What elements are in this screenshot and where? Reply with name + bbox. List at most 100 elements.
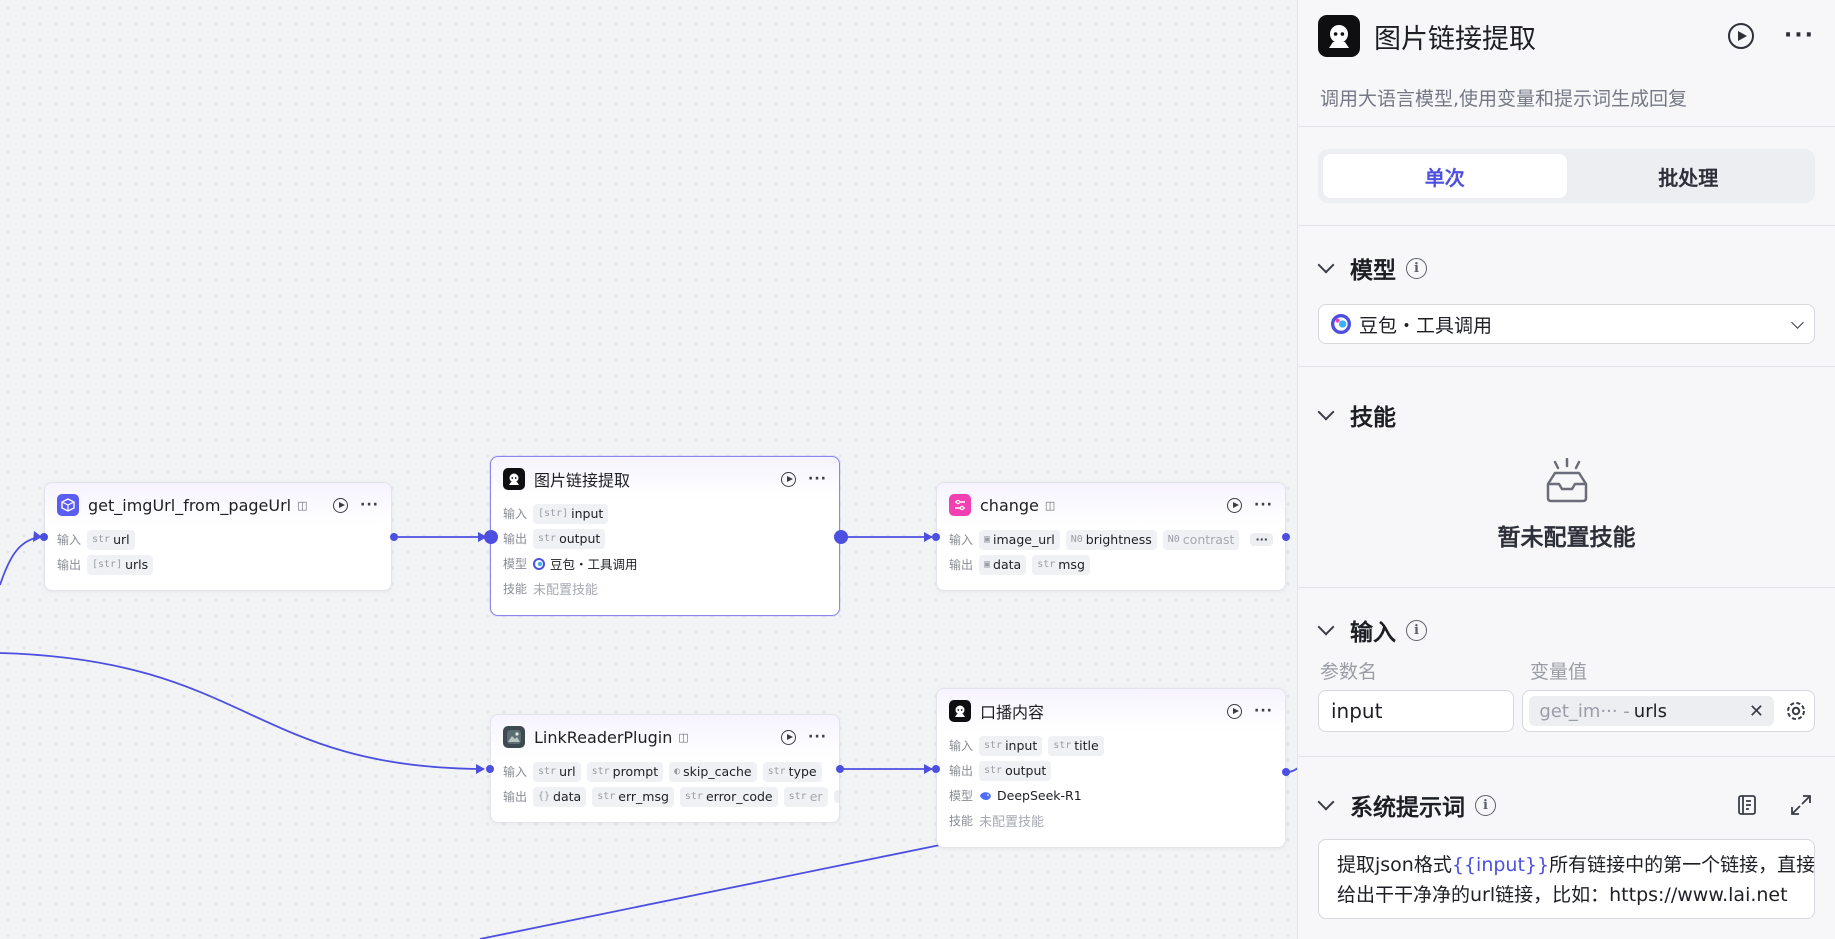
more-params-button[interactable]: ··· — [833, 790, 839, 803]
node-config-panel: 图片链接提取 ··· 调用大语言模型,使用变量和提示词生成回复 单次 批处理 模… — [1297, 0, 1835, 939]
param-chip: ▣ data — [979, 554, 1027, 575]
chevron-down-icon[interactable] — [1317, 256, 1335, 274]
prompt-library-icon[interactable] — [1735, 793, 1759, 817]
node-change[interactable]: change ◫ ··· 输入 ▣ image_url N0 brightness … — [936, 482, 1286, 591]
prompt-variable: {{input}} — [1451, 854, 1550, 876]
deepseek-whale-icon — [980, 791, 991, 800]
node-title: 图片链接提取 — [534, 471, 631, 490]
info-icon[interactable]: i — [1406, 619, 1427, 641]
param-chip: str err_msg — [592, 786, 674, 807]
expand-icon[interactable] — [1789, 793, 1813, 817]
input-port[interactable] — [484, 530, 498, 544]
sliders-icon — [949, 494, 971, 516]
info-icon[interactable]: i — [1475, 794, 1496, 816]
node-title: change — [980, 495, 1039, 515]
param-chip: N0 brightness — [1065, 529, 1157, 550]
skill-label: 技能 — [503, 582, 528, 596]
input-port[interactable] — [40, 533, 48, 541]
param-chip: str title — [1048, 735, 1104, 756]
empty-skills: 暂未配置技能 — [1298, 435, 1835, 575]
input-section-header[interactable]: 输入 i — [1298, 610, 1835, 650]
node-title: get_imgUrl_from_pageUrl — [88, 495, 292, 515]
output-port[interactable] — [1282, 768, 1290, 776]
info-icon[interactable]: i — [1406, 257, 1427, 279]
skill-value: 未配置技能 — [979, 815, 1045, 830]
template-icon: ◫ — [297, 498, 308, 512]
more-icon[interactable]: ··· — [808, 730, 827, 744]
model-select[interactable]: 豆包・工具调用 — [1318, 304, 1815, 344]
input-port[interactable] — [932, 533, 940, 541]
param-chip: N0 contrast — [1162, 529, 1240, 550]
input-label: 输入 — [503, 765, 528, 779]
plugin-cube-icon — [57, 494, 79, 516]
more-options-icon[interactable]: ··· — [1784, 25, 1815, 47]
param-chip: str url — [533, 761, 581, 782]
chevron-down-icon[interactable] — [1317, 793, 1335, 811]
run-node-icon[interactable] — [1227, 497, 1243, 513]
model-label: 模型 — [503, 557, 528, 571]
node-get-imgurl[interactable]: get_imgUrl_from_pageUrl ◫ ··· 输入 str url … — [44, 482, 392, 591]
more-icon[interactable]: ··· — [1254, 704, 1273, 718]
more-params-button[interactable]: ··· — [1250, 533, 1273, 546]
workflow-canvas[interactable]: get_imgUrl_from_pageUrl ◫ ··· 输入 str url … — [0, 0, 1298, 939]
output-port[interactable] — [1282, 533, 1290, 541]
tab-batch[interactable]: 批处理 — [1567, 154, 1811, 198]
image-type-icon: ▣ — [984, 559, 991, 570]
run-node-button[interactable] — [1727, 23, 1754, 49]
system-prompt-editor[interactable]: 提取json格式{{input}}所有链接中的第一个链接，直接 给出干干净净的u… — [1318, 839, 1815, 919]
param-chip: str output — [979, 760, 1052, 781]
node-broadcast-content[interactable]: 口播内容 ··· 输入 str input str title 输出 str outp… — [936, 688, 1286, 848]
node-link-reader[interactable]: LinkReaderPlugin ◫ ··· 输入 str url str prom… — [490, 714, 840, 823]
system-prompt-header[interactable]: 系统提示词 i — [1298, 785, 1835, 825]
param-chip: {} data — [533, 786, 587, 807]
param-chip: ◐ skip_cache — [669, 761, 757, 782]
output-port[interactable] — [390, 533, 398, 541]
node-title: 口播内容 — [980, 703, 1045, 722]
empty-skill-text: 暂未配置技能 — [1497, 525, 1636, 551]
chevron-down-icon[interactable] — [1791, 315, 1804, 329]
skill-value: 未配置技能 — [533, 583, 599, 598]
llm-bot-icon — [1318, 15, 1360, 57]
run-node-icon[interactable] — [1227, 703, 1243, 719]
tab-single[interactable]: 单次 — [1323, 154, 1567, 198]
param-name-input[interactable]: input — [1318, 690, 1515, 732]
skill-section-header[interactable]: 技能 — [1298, 395, 1835, 435]
template-icon: ◫ — [1044, 498, 1056, 512]
chevron-down-icon[interactable] — [1317, 618, 1335, 636]
param-chip: str url — [87, 529, 135, 550]
empty-inbox-icon — [1546, 458, 1587, 503]
run-node-icon[interactable] — [781, 471, 797, 487]
variable-reference-chip[interactable]: get_im··· - urls ✕ — [1529, 696, 1774, 726]
node-title: LinkReaderPlugin — [534, 727, 673, 747]
param-chip: str input — [979, 735, 1043, 756]
param-value-selector[interactable]: get_im··· - urls ✕ — [1522, 690, 1815, 732]
more-icon[interactable]: ··· — [360, 498, 379, 512]
more-icon[interactable]: ··· — [1254, 498, 1273, 512]
input-label: 输入 — [949, 533, 974, 547]
toggle-type-icon: ◐ — [674, 766, 681, 777]
input-label: 输入 — [57, 533, 82, 547]
close-icon[interactable]: ✕ — [1749, 701, 1764, 722]
output-label: 输出 — [57, 558, 82, 572]
input-port[interactable] — [486, 765, 494, 773]
skill-label: 技能 — [949, 814, 974, 828]
run-node-icon[interactable] — [781, 729, 797, 745]
output-label: 输出 — [503, 532, 528, 546]
panel-description[interactable]: 调用大语言模型,使用变量和提示词生成回复 — [1298, 72, 1835, 126]
output-label: 输出 — [503, 790, 528, 804]
panel-title[interactable]: 图片链接提取 — [1374, 17, 1536, 56]
output-port[interactable] — [836, 765, 844, 773]
run-node-icon[interactable] — [333, 497, 349, 513]
param-chip: str prompt — [586, 761, 664, 782]
model-section-header[interactable]: 模型 i — [1298, 248, 1835, 288]
output-port[interactable] — [834, 530, 848, 544]
param-name-header: 参数名 — [1320, 660, 1378, 683]
chevron-down-icon[interactable] — [1317, 403, 1335, 421]
param-value-header: 变量值 — [1530, 660, 1588, 683]
edge-start-to-link-reader — [0, 652, 485, 770]
gear-icon[interactable] — [1784, 699, 1808, 723]
node-image-link-extract[interactable]: 图片链接提取 ··· 输入 [str] input 输出 str output 模型… — [490, 456, 840, 616]
input-port[interactable] — [932, 765, 940, 773]
model-value: 豆包・工具调用 — [533, 554, 638, 573]
more-icon[interactable]: ··· — [808, 472, 827, 486]
